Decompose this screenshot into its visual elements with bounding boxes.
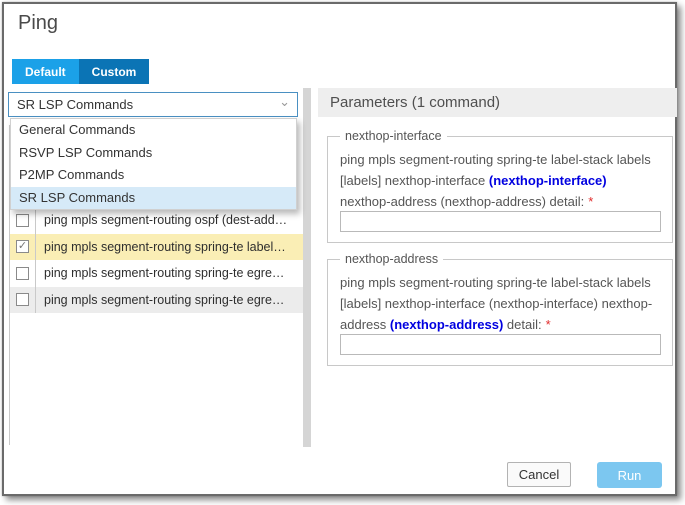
fieldset-legend: nexthop-interface [340,129,447,143]
panel-splitter[interactable] [303,88,311,447]
description-highlight: (nexthop-interface) [489,173,607,188]
list-item-selected[interactable]: ✓ ping mpls segment-routing spring-te la… [10,234,306,261]
fieldset-description: ping mpls segment-routing spring-te labe… [340,149,660,212]
required-marker: * [588,194,593,209]
dropdown-option-rsvp-lsp-commands[interactable]: RSVP LSP Commands [11,142,296,165]
fieldset-legend: nexthop-address [340,252,443,266]
description-highlight: (nexthop-address) [390,317,503,332]
check-icon: ✓ [18,241,27,252]
fieldset-description: ping mpls segment-routing spring-te labe… [340,272,660,335]
parameters-header: Parameters (1 command) [318,88,677,117]
nexthop-interface-input[interactable] [340,211,661,232]
command-label: ping mpls segment-routing spring-te labe… [36,234,306,261]
command-checkbox[interactable] [16,214,29,227]
checkbox-cell [10,207,36,234]
command-label: ping mpls segment-routing spring-te egre… [36,287,306,314]
checkbox-cell: ✓ [10,234,36,261]
checkbox-cell [10,287,36,314]
checkbox-cell [10,260,36,287]
list-item[interactable]: ping mpls segment-routing spring-te egre… [10,287,306,314]
category-dropdown-menu: General Commands RSVP LSP Commands P2MP … [10,118,297,210]
list-item[interactable]: ping mpls segment-routing ospf (dest-add… [10,207,306,234]
command-checkbox[interactable]: ✓ [16,240,29,253]
dialog-title: Ping [18,12,58,35]
tab-bar: Default Custom [12,59,149,84]
dropdown-option-general-commands[interactable]: General Commands [11,119,296,142]
fieldset-nexthop-interface: nexthop-interface ping mpls segment-rout… [327,136,673,243]
ping-dialog: Ping Default Custom SR LSP Commands ⌄ pi… [2,2,677,496]
command-label: ping mpls segment-routing ospf (dest-add… [36,207,306,234]
dropdown-option-p2mp-commands[interactable]: P2MP Commands [11,164,296,187]
command-category-value: SR LSP Commands [17,97,133,112]
command-category-select[interactable]: SR LSP Commands ⌄ [8,92,298,117]
command-checkbox[interactable] [16,293,29,306]
cancel-button[interactable]: Cancel [507,462,571,487]
nexthop-address-input[interactable] [340,334,661,355]
chevron-down-icon: ⌄ [279,94,290,110]
tab-default-label: Default [25,65,66,79]
tab-custom[interactable]: Custom [79,59,150,84]
list-item[interactable]: ping mpls segment-routing spring-te egre… [10,260,306,287]
description-text: detail: [503,317,541,332]
run-button[interactable]: Run [597,462,662,488]
fieldset-nexthop-address: nexthop-address ping mpls segment-routin… [327,259,673,366]
description-text: nexthop-address (nexthop-address) detail… [340,194,584,209]
dropdown-option-sr-lsp-commands[interactable]: SR LSP Commands [11,187,296,210]
command-label: ping mpls segment-routing spring-te egre… [36,260,306,287]
tab-custom-label: Custom [92,65,137,79]
required-marker: * [546,317,551,332]
command-checkbox[interactable] [16,267,29,280]
tab-default[interactable]: Default [12,59,79,84]
